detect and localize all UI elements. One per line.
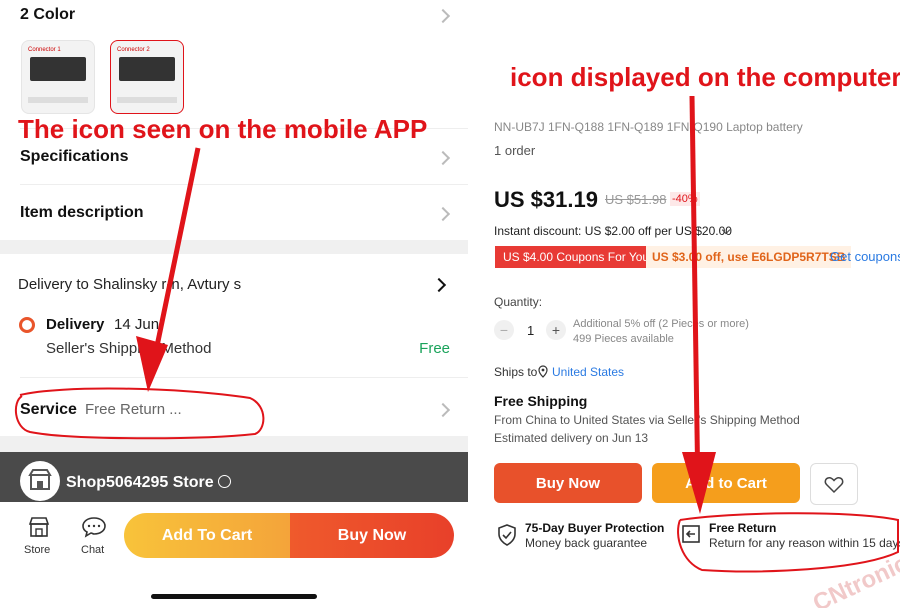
annotation-circle-mobile (14, 387, 265, 440)
annotation-mobile-label: The icon seen on the mobile APP (18, 114, 428, 144)
annotation-arrow-desktop (682, 95, 716, 514)
annotation-arrow-mobile (136, 147, 201, 392)
annotation-desktop-label: icon displayed on the computer. (510, 62, 900, 92)
annotation-circle-desktop (677, 512, 899, 573)
